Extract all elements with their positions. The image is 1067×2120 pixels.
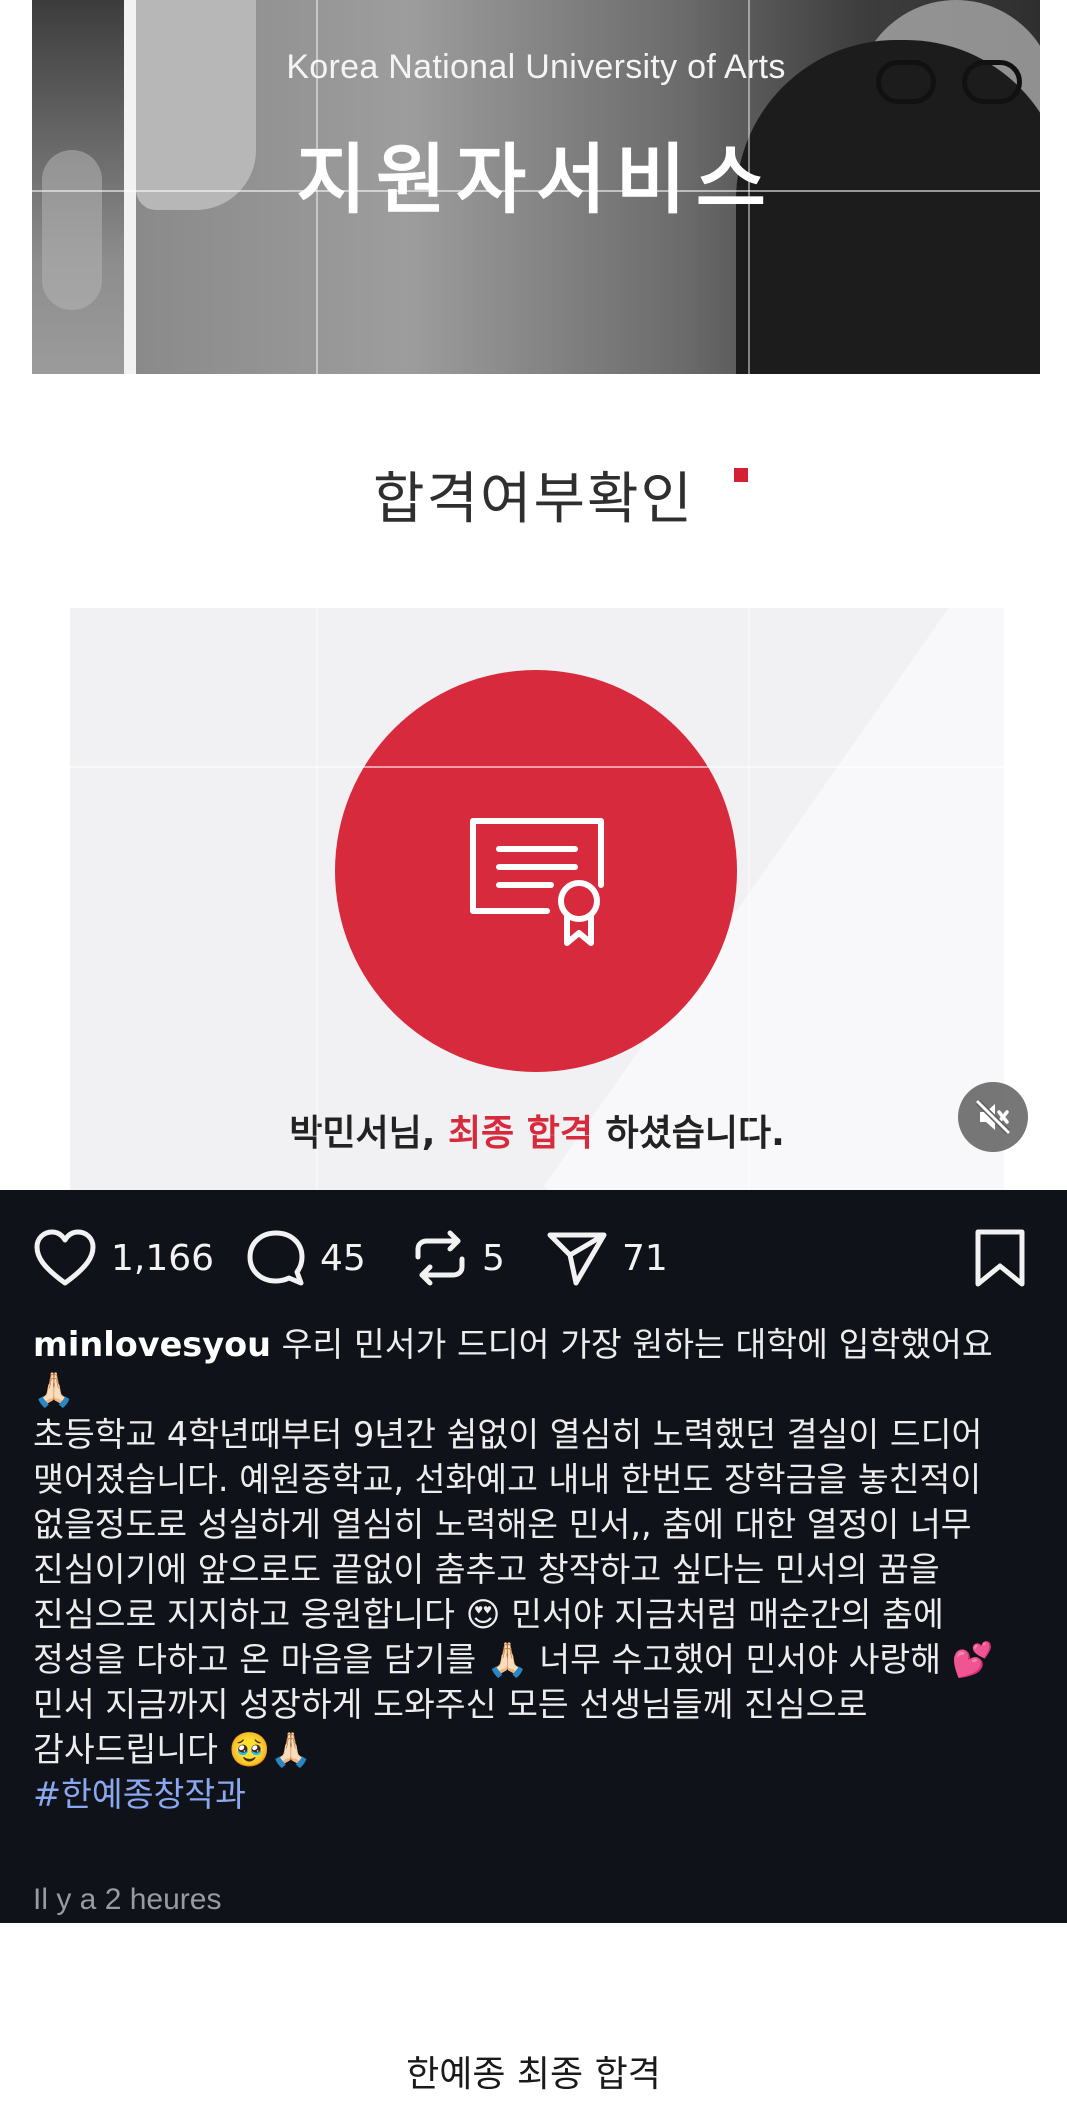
banner-title: 지원자서비스 (296, 135, 776, 224)
repost-count: 5 (482, 1237, 505, 1279)
guide-line (316, 0, 318, 1190)
share-button[interactable]: 71 (546, 1228, 668, 1288)
heart-icon (34, 1229, 96, 1286)
share-count: 71 (622, 1237, 668, 1279)
title-accent-mark (734, 468, 748, 482)
caption-line-3: 민서 지금까지 성장하게 도와주신 모든 선생님들께 진심으로 감사드립니다 🥹… (33, 1685, 879, 1769)
bookmark-icon (975, 1229, 1025, 1287)
post-panel: 1,166 45 5 71 minlovesyou 우리 민서가 드디어 가장 … (0, 1190, 1067, 1923)
comment-count: 45 (320, 1237, 366, 1279)
banner-subtitle: Korea National University of Arts (286, 48, 786, 86)
bookmark-button[interactable] (972, 1228, 1028, 1292)
post-timestamp: Il y a 2 heures (33, 1883, 222, 1916)
result-message-tail: 하셨습니다. (592, 1113, 785, 1154)
comment-button[interactable]: 45 (246, 1228, 366, 1288)
result-card: 박민서님, 최종 합격 하셨습니다. (70, 608, 1004, 1190)
repost-icon (415, 1230, 465, 1286)
guide-line (0, 190, 1067, 192)
action-bar: 1,166 45 5 71 (0, 1190, 1067, 1320)
mute-toggle-button[interactable] (958, 1082, 1028, 1152)
result-message-name: 박민서님, (289, 1113, 448, 1154)
like-button[interactable]: 1,166 (33, 1228, 214, 1288)
post-caption: minlovesyou 우리 민서가 드디어 가장 원하는 대학에 입학했어요 … (33, 1322, 1043, 1817)
university-banner: Korea National University of Arts 지원자서비스 (32, 0, 1040, 374)
guide-line (748, 0, 750, 1190)
result-page-title: 합격여부확인 (372, 467, 695, 532)
like-count: 1,166 (111, 1237, 215, 1279)
comment-icon (247, 1230, 305, 1286)
post-media[interactable]: Korea National University of Arts 지원자서비스… (0, 0, 1067, 1190)
certificate-icon (470, 818, 604, 946)
hashtag-link[interactable]: #한예종창작과 (33, 1772, 1043, 1817)
caption-line-2: 초등학교 4학년때부터 9년간 쉼없이 열심히 노력했던 결실이 드디어 맺어졌… (33, 1415, 994, 1679)
repost-button[interactable]: 5 (412, 1228, 505, 1288)
guide-line (0, 766, 1067, 768)
send-icon (547, 1232, 607, 1286)
result-message: 박민서님, 최종 합격 하셨습니다. (70, 1104, 1004, 1156)
result-message-highlight: 최종 합격 (447, 1113, 593, 1154)
speaker-muted-icon (975, 1099, 1011, 1135)
result-circle (335, 670, 737, 1072)
image-caption: 한예종 최종 합격 (406, 2054, 661, 2095)
post-username[interactable]: minlovesyou (33, 1325, 271, 1364)
